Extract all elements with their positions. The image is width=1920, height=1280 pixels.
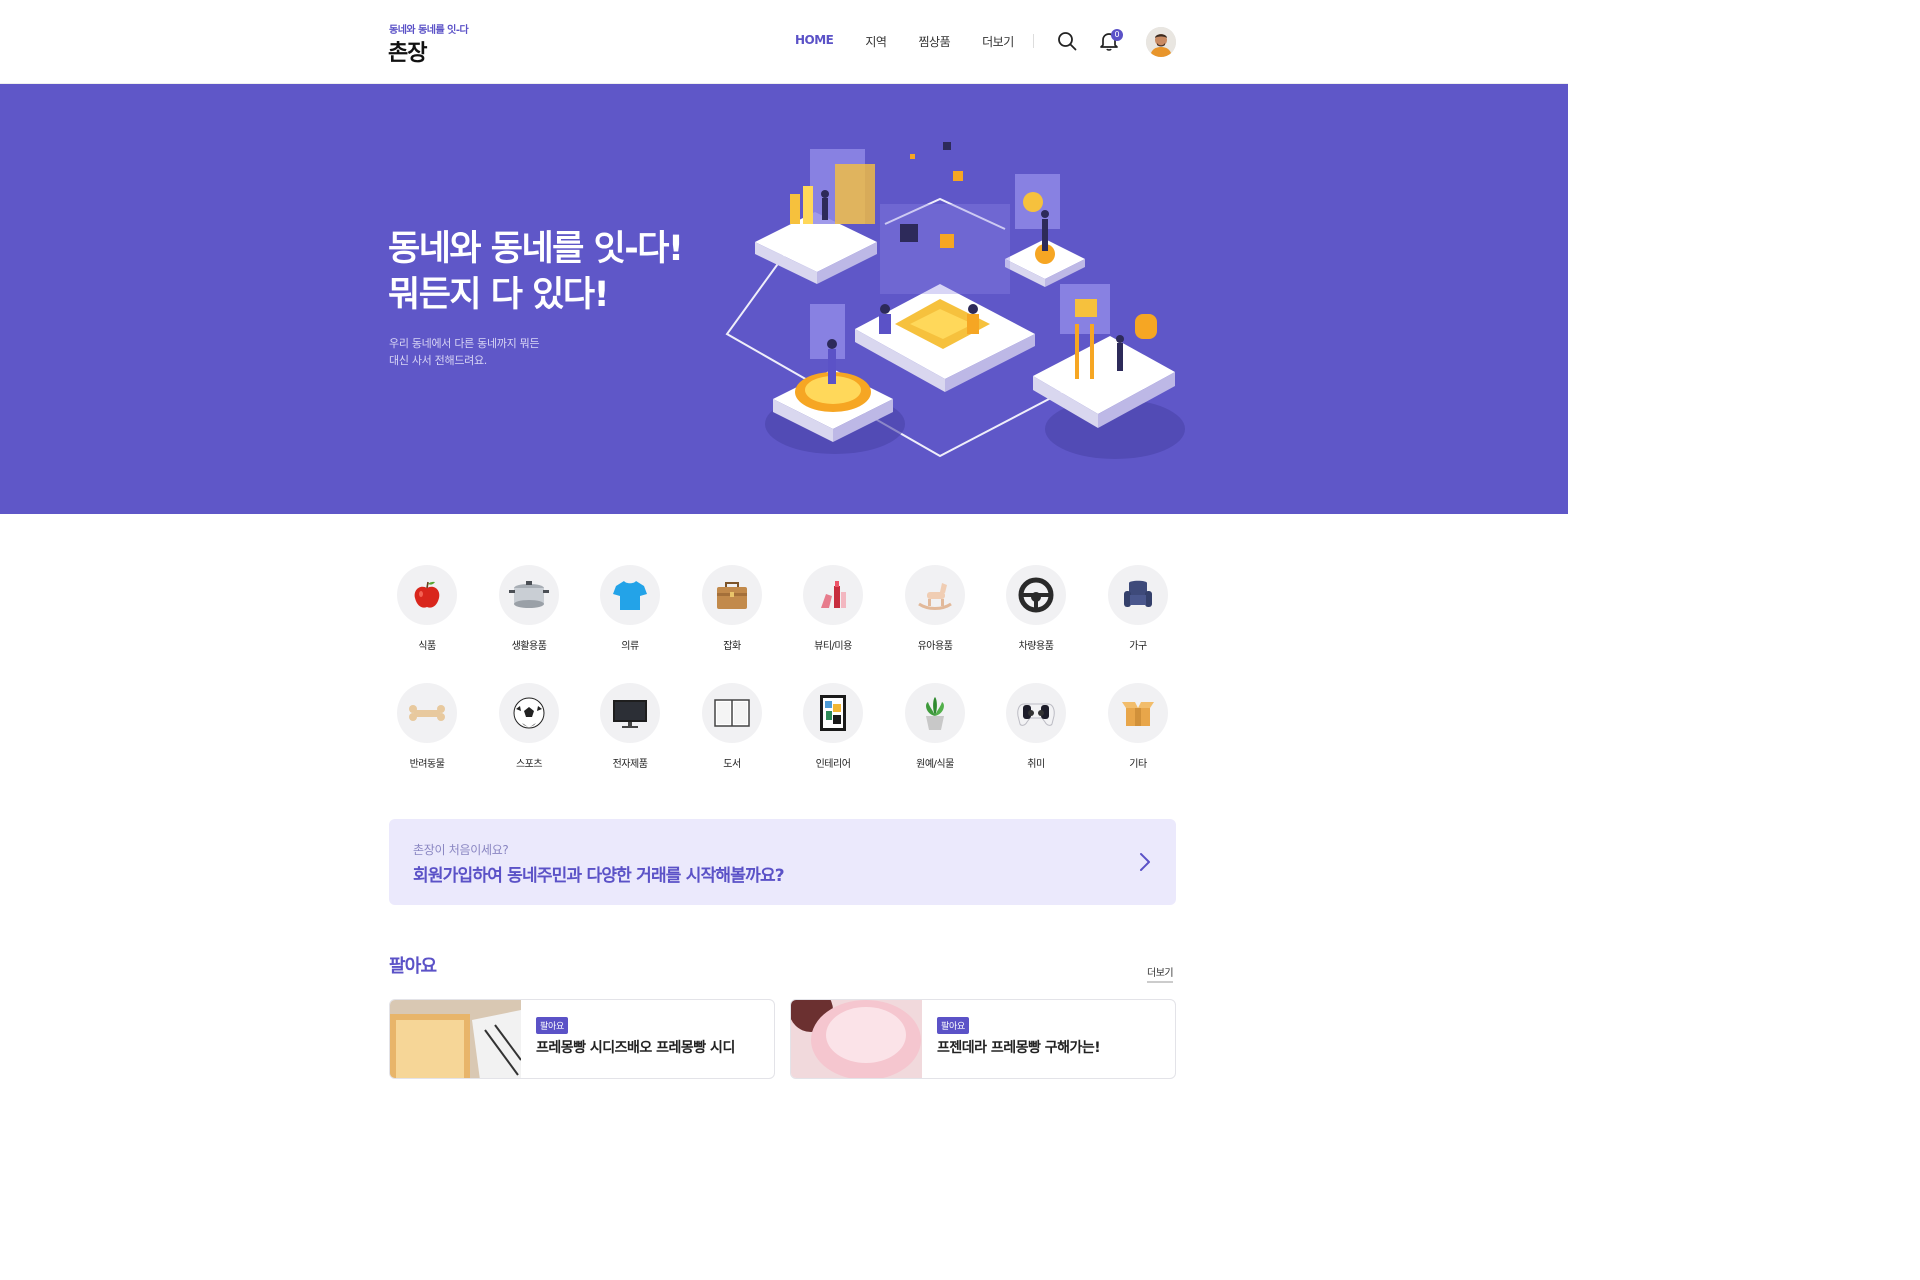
category-circle [905,565,965,625]
notification-badge: 0 [1111,29,1123,41]
isometric-illustration [725,142,1185,459]
bag-icon [717,582,747,609]
category-circle [397,565,457,625]
section-title-sell: 팔아요 [389,956,437,977]
logo-tagline: 동네와 동네를 잇-다 [389,25,469,36]
box-icon [1122,702,1154,726]
card-title: 프젠데라 프레몽빵 구해가는! [937,1040,1101,1056]
avatar[interactable] [1146,27,1176,57]
category-circle [702,565,762,625]
card-tag: 팔아요 [937,1017,969,1034]
frame-icon [820,695,846,731]
category-sports[interactable]: 스포츠 [489,683,569,770]
category-label: 식품 [418,641,436,652]
category-label: 생활용품 [511,641,547,652]
nav-wishlist[interactable]: 찜상품 [918,33,950,50]
category-circle [499,683,559,743]
category-label: 의류 [621,641,639,652]
nav-region[interactable]: 지역 [865,33,887,50]
category-label: 원예/식물 [916,759,954,770]
category-pet[interactable]: 반려동물 [387,683,467,770]
pot-icon [509,581,549,608]
category-label: 전자제품 [612,759,648,770]
more-link[interactable]: 더보기 [1147,964,1174,983]
category-clothing[interactable]: 의류 [590,565,670,652]
soccer-ball-icon [513,697,545,729]
category-circle [1108,565,1168,625]
product-image [791,1000,922,1078]
category-label: 뷰티/미용 [814,641,852,652]
apple-icon [414,581,440,608]
plant-icon [926,697,944,730]
category-circle [397,683,457,743]
banner-title: 회원가입하여 동네주민과 다양한 거래를 시작해볼까요? [413,866,785,886]
steering-wheel-icon [1018,577,1054,613]
cosmetics-icon [821,581,846,608]
category-label: 취미 [1027,759,1045,770]
logo[interactable]: 촌장 [388,35,427,67]
category-label: 반려동물 [409,759,445,770]
bone-icon [409,705,445,721]
category-interior[interactable]: 인테리어 [793,683,873,770]
category-books[interactable]: 도서 [692,683,772,770]
product-image [390,1000,521,1078]
hero-banner: 동네와 동네를 잇-다! 뭐든지 다 있다! 우리 동네에서 다른 동네까지 뭐… [0,84,1568,514]
category-circle [600,683,660,743]
category-label: 차량용품 [1018,641,1054,652]
category-car[interactable]: 차량용품 [996,565,1076,652]
category-electronics[interactable]: 전자제품 [590,683,670,770]
category-label: 스포츠 [515,759,543,770]
category-label: 잡화 [723,641,741,652]
avatar-image [1146,27,1176,57]
book-icon [714,699,750,727]
category-plant[interactable]: 원예/식물 [895,683,975,770]
category-beauty[interactable]: 뷰티/미용 [793,565,873,652]
main-nav: HOME 지역 찜상품 더보기 [795,33,1046,50]
nav-home[interactable]: HOME [795,33,834,50]
category-food[interactable]: 식품 [387,565,467,652]
chevron-right-icon[interactable] [1138,851,1152,873]
category-goods[interactable]: 잡화 [692,565,772,652]
hero-description: 우리 동네에서 다른 동네까지 뭐든 대신 사서 전해드려요. [389,337,540,367]
category-circle [803,565,863,625]
category-label: 도서 [723,759,741,770]
category-circle [1006,683,1066,743]
category-living[interactable]: 생활용품 [489,565,569,652]
category-label: 가구 [1129,641,1147,652]
category-label: 인테리어 [815,759,851,770]
signup-banner[interactable]: 촌장이 처음이세요? 회원가입하여 동네주민과 다양한 거래를 시작해볼까요? [389,819,1176,905]
gamepad-icon [1017,703,1055,726]
rocking-horse-icon [918,583,952,610]
category-circle [1006,565,1066,625]
category-label: 유아용품 [917,641,953,652]
category-label: 기타 [1129,759,1147,770]
hero-title: 동네와 동네를 잇-다! 뭐든지 다 있다! [388,229,684,315]
card-title: 프레몽빵 시디즈배오 프레몽빵 시디 [536,1040,735,1056]
category-furniture[interactable]: 가구 [1098,565,1178,652]
category-baby[interactable]: 유아용품 [895,565,975,652]
monitor-icon [613,700,647,728]
banner-subtitle: 촌장이 처음이세요? [413,843,509,857]
category-circle [803,683,863,743]
product-card[interactable]: 팔아요 프젠데라 프레몽빵 구해가는! [790,999,1176,1079]
card-tag: 팔아요 [536,1017,568,1034]
tshirt-icon [613,581,647,610]
category-circle [600,565,660,625]
nav-more[interactable]: 더보기 [982,33,1014,50]
category-circle [1108,683,1168,743]
top-header: 동네와 동네를 잇-다 촌장 HOME 지역 찜상품 더보기 0 [0,0,1568,84]
search-icon[interactable] [1056,30,1078,52]
product-card[interactable]: 팔아요 프레몽빵 시디즈배오 프레몽빵 시디 [389,999,775,1079]
category-circle [905,683,965,743]
category-hobby[interactable]: 취미 [996,683,1076,770]
nav-divider [1033,34,1034,48]
category-etc[interactable]: 기타 [1098,683,1178,770]
category-circle [702,683,762,743]
category-circle [499,565,559,625]
armchair-icon [1124,580,1152,607]
